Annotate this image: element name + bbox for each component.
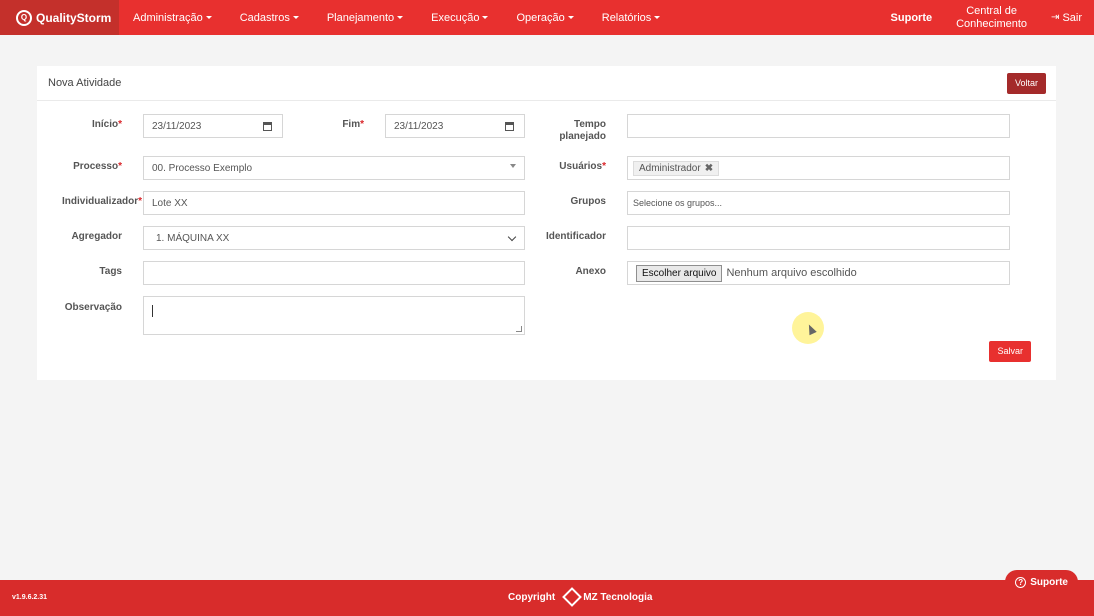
chevron-down-icon bbox=[507, 232, 517, 242]
tags-input[interactable] bbox=[143, 261, 525, 285]
mz-tecnologia-logo-icon bbox=[562, 587, 583, 607]
main-menu: Administração Cadastros Planejamento Exe… bbox=[119, 0, 674, 35]
caret-down-icon bbox=[567, 16, 574, 19]
usuarios-label: Usuários* bbox=[559, 161, 606, 172]
nav-suporte-link[interactable]: Suporte bbox=[879, 0, 945, 35]
fim-label: Fim* bbox=[342, 119, 364, 130]
support-label: Suporte bbox=[1030, 576, 1068, 588]
text-cursor bbox=[152, 304, 153, 317]
calendar-icon bbox=[263, 121, 272, 131]
top-navbar: Q QualityStorm Administração Cadastros P… bbox=[0, 0, 1094, 35]
remove-tag-icon[interactable]: ✖ bbox=[705, 163, 713, 174]
menu-label: Execução bbox=[431, 11, 480, 24]
fim-calendar-button[interactable] bbox=[495, 114, 525, 138]
tempo-planejado-label: Tempo planejado bbox=[559, 119, 606, 142]
inicio-date-input[interactable]: 23/11/2023 bbox=[143, 114, 254, 138]
resize-handle-icon[interactable] bbox=[516, 326, 522, 332]
anexo-file-input: Escolher arquivo Nenhum arquivo escolhid… bbox=[627, 261, 1010, 285]
sign-out-icon: ⇥ bbox=[1051, 12, 1060, 23]
card-header: Nova Atividade bbox=[37, 66, 1056, 101]
user-tag: Administrador ✖ bbox=[633, 160, 720, 176]
page-title: Nova Atividade bbox=[48, 77, 122, 89]
calendar-icon bbox=[505, 121, 514, 131]
individualizador-label: Individualizador* bbox=[62, 196, 143, 207]
caret-down-icon bbox=[482, 16, 489, 19]
processo-select[interactable]: 00. Processo Exemplo bbox=[143, 156, 525, 180]
brand-name: QualityStorm bbox=[36, 10, 112, 25]
observacao-label: Observação bbox=[64, 302, 122, 313]
app-version: v1.9.6.2.31 bbox=[12, 594, 48, 601]
caret-down-icon bbox=[397, 16, 404, 19]
agregador-label: Agregador bbox=[71, 231, 122, 242]
menu-administracao[interactable]: Administração bbox=[119, 0, 226, 35]
identificador-input[interactable] bbox=[627, 226, 1010, 250]
menu-execucao[interactable]: Execução bbox=[417, 0, 502, 35]
escolher-arquivo-button[interactable]: Escolher arquivo bbox=[636, 264, 723, 282]
processo-label: Processo* bbox=[73, 161, 122, 172]
nav-right: Suporte Central de Conhecimento ⇥ Sair bbox=[879, 0, 1094, 35]
salvar-button[interactable]: Salvar bbox=[989, 341, 1031, 362]
observacao-textarea[interactable] bbox=[143, 296, 525, 335]
support-floating-button[interactable]: ? Suporte bbox=[1005, 570, 1078, 594]
menu-cadastros[interactable]: Cadastros bbox=[226, 0, 313, 35]
menu-operacao[interactable]: Operação bbox=[502, 0, 587, 35]
anexo-label: Anexo bbox=[575, 266, 606, 277]
central-line1: Central de bbox=[966, 4, 1017, 17]
copyright-label: Copyright bbox=[508, 591, 556, 603]
nova-atividade-card: Nova Atividade Voltar Início* 23/11/2023… bbox=[37, 66, 1056, 380]
menu-relatorios[interactable]: Relatórios bbox=[588, 0, 675, 35]
dropdown-arrow-icon bbox=[510, 164, 516, 168]
individualizador-input[interactable]: Lote XX bbox=[143, 191, 525, 215]
identificador-label: Identificador bbox=[545, 231, 606, 242]
inicio-calendar-button[interactable] bbox=[253, 114, 283, 138]
sair-label: Sair bbox=[1062, 11, 1082, 24]
menu-label: Operação bbox=[516, 11, 565, 24]
fim-date-input[interactable]: 23/11/2023 bbox=[385, 114, 496, 138]
central-line2: Conhecimento bbox=[956, 17, 1028, 30]
brand-logo-link[interactable]: Q QualityStorm bbox=[0, 0, 119, 35]
tempo-planejado-input[interactable] bbox=[627, 114, 1010, 138]
caret-down-icon bbox=[205, 16, 212, 19]
qualitystorm-logo-icon: Q bbox=[16, 9, 32, 26]
menu-label: Planejamento bbox=[326, 11, 395, 24]
menu-label: Cadastros bbox=[239, 11, 290, 24]
menu-label: Administração bbox=[133, 11, 203, 24]
grupos-select[interactable]: Selecione os grupos... bbox=[627, 191, 1010, 215]
nav-central-conhecimento-link[interactable]: Central de Conhecimento bbox=[944, 0, 1039, 35]
voltar-button[interactable]: Voltar bbox=[1006, 73, 1046, 94]
nav-sair-link[interactable]: ⇥ Sair bbox=[1039, 0, 1094, 35]
question-icon: ? bbox=[1015, 576, 1027, 588]
agregador-select[interactable]: 1. MÁQUINA XX bbox=[143, 226, 525, 250]
usuarios-multiselect[interactable]: Administrador ✖ bbox=[627, 156, 1010, 180]
copyright: Copyright MZ Tecnologia bbox=[508, 587, 653, 607]
caret-down-icon bbox=[292, 16, 299, 19]
caret-down-icon bbox=[654, 16, 661, 19]
grupos-label: Grupos bbox=[570, 196, 606, 207]
menu-planejamento[interactable]: Planejamento bbox=[313, 0, 417, 35]
inicio-label: Início* bbox=[91, 119, 122, 130]
menu-label: Relatórios bbox=[601, 11, 652, 24]
company-name: MZ Tecnologia bbox=[583, 591, 653, 603]
file-status: Nenhum arquivo escolhido bbox=[726, 267, 857, 279]
tags-label: Tags bbox=[99, 266, 122, 277]
footer: v1.9.6.2.31 Copyright MZ Tecnologia bbox=[0, 580, 1094, 616]
